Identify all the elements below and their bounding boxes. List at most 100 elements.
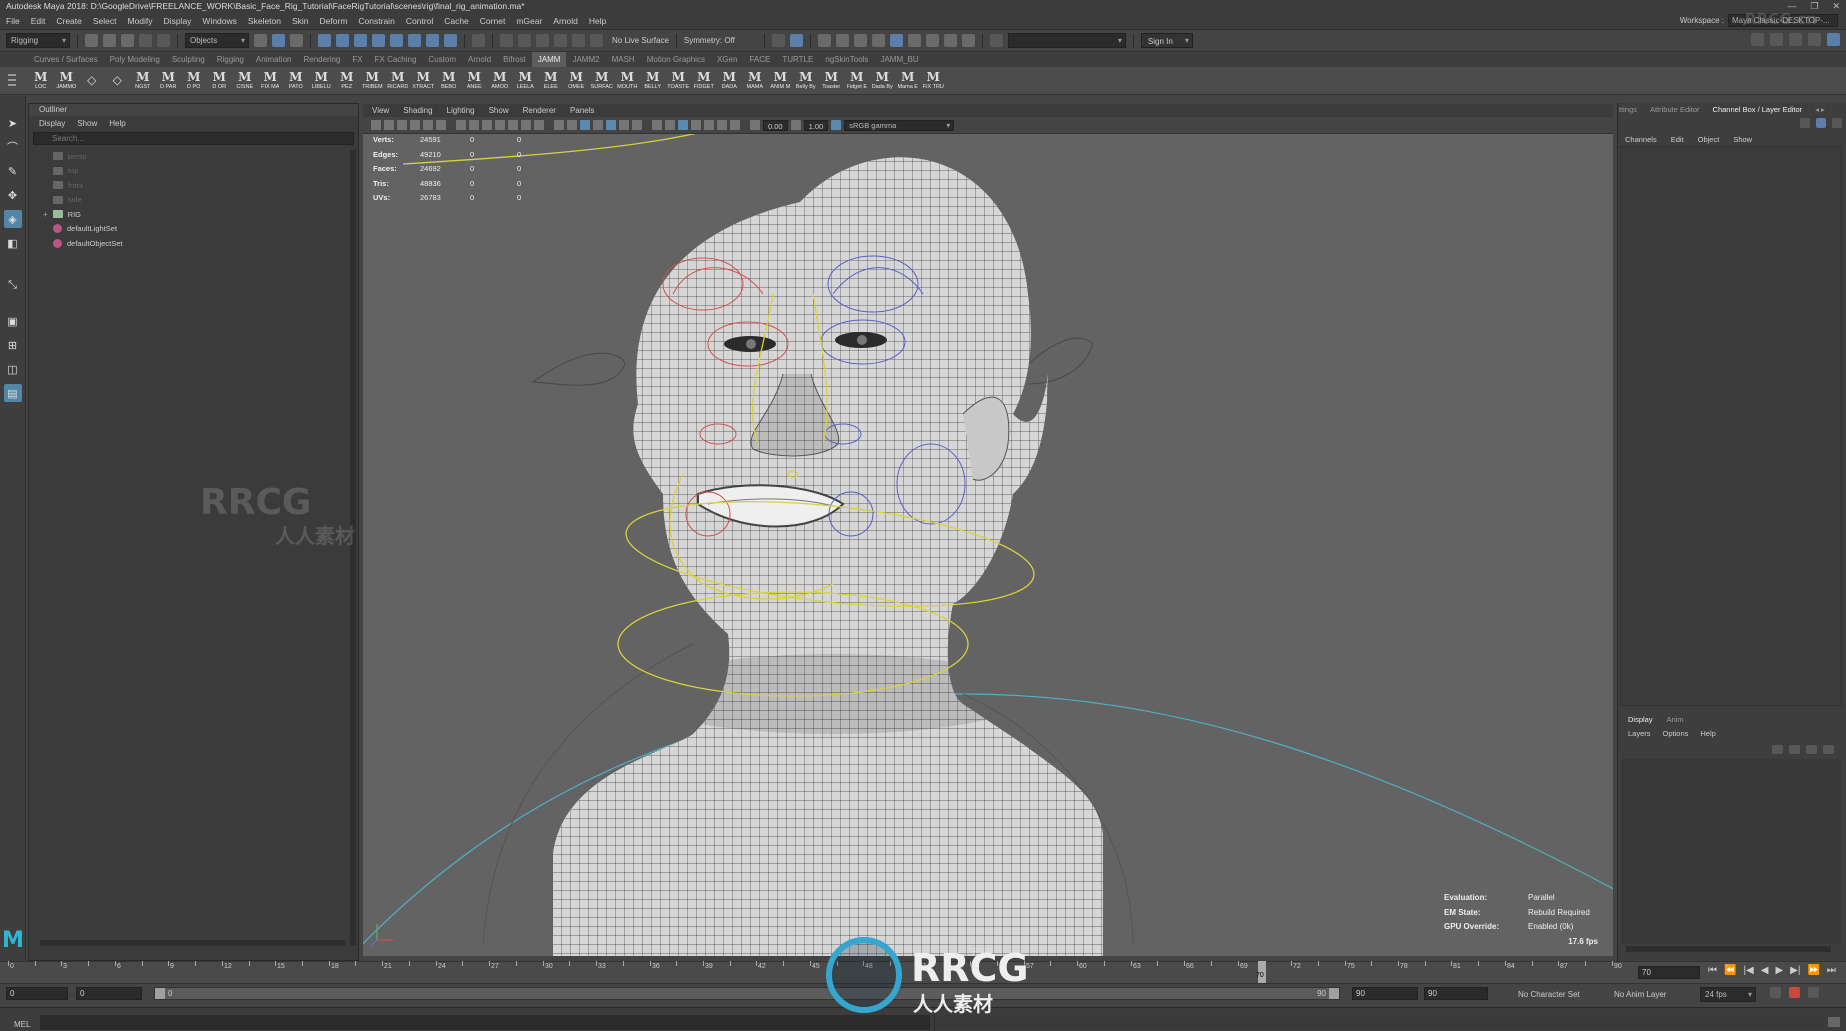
- new-layer-from-selection-icon[interactable]: [1823, 745, 1834, 754]
- menu-file[interactable]: File: [6, 16, 20, 26]
- hierarchy-mode-icon[interactable]: [254, 34, 267, 47]
- shelf-button[interactable]: M LOC: [28, 68, 54, 94]
- shelf-tab[interactable]: FACE: [743, 52, 776, 67]
- object-mode-icon[interactable]: [272, 34, 285, 47]
- tool-settings-icon[interactable]: [1808, 33, 1821, 46]
- select-dynamics-icon[interactable]: [408, 34, 421, 47]
- shelf-button[interactable]: M XTRACT: [411, 68, 437, 94]
- play-backwards-button[interactable]: ◀: [1761, 965, 1769, 976]
- panel-arrows-icon[interactable]: ◂ ▸: [1815, 105, 1825, 114]
- move-layer-down-icon[interactable]: [1789, 745, 1800, 754]
- snap-curve-icon[interactable]: [518, 34, 531, 47]
- shelf-tab[interactable]: Arnold: [462, 52, 497, 67]
- outliner-horizontal-scrollbar[interactable]: [40, 940, 345, 946]
- select-tool-icon[interactable]: ➤: [4, 114, 22, 132]
- menu-mgear[interactable]: mGear: [516, 16, 542, 26]
- shelf-button[interactable]: M OMEE: [564, 68, 590, 94]
- current-frame-field[interactable]: 70: [1638, 966, 1700, 979]
- anim-layer-dropdown[interactable]: No Anim Layer: [1614, 990, 1666, 999]
- lasso-tool-icon[interactable]: ⌒: [4, 138, 22, 156]
- selection-mode-dropdown[interactable]: Objects: [185, 33, 249, 48]
- shelf-button[interactable]: M Dada By: [870, 68, 896, 94]
- shelf-button[interactable]: M TRIBEM: [360, 68, 386, 94]
- open-scene-icon[interactable]: [103, 34, 116, 47]
- two-d-pan-icon[interactable]: [423, 120, 433, 130]
- shelf-tab[interactable]: Rigging: [211, 52, 250, 67]
- shelf-button[interactable]: M PEZ: [334, 68, 360, 94]
- select-surfaces-icon[interactable]: [372, 34, 385, 47]
- construction-history-icon[interactable]: [789, 34, 803, 47]
- modeling-toolkit-icon[interactable]: [1751, 33, 1764, 46]
- menu-windows[interactable]: Windows: [202, 16, 236, 26]
- persp-outliner-layout-icon[interactable]: ◫: [4, 360, 22, 378]
- layer-horizontal-scrollbar[interactable]: [1626, 946, 1831, 952]
- snap-grid-icon[interactable]: [500, 34, 513, 47]
- character-controls-icon[interactable]: [1770, 33, 1783, 46]
- color-management-icon[interactable]: [831, 120, 842, 130]
- outliner-item[interactable]: + RIG: [29, 207, 358, 222]
- menu-select[interactable]: Select: [93, 16, 117, 26]
- view-transform-dropdown[interactable]: sRGB gamma: [844, 119, 955, 131]
- tab-attribute-editor[interactable]: Attribute Editor: [1650, 105, 1700, 114]
- loop-icon[interactable]: [1770, 987, 1781, 998]
- shelf-tab[interactable]: Curves / Surfaces: [28, 52, 104, 67]
- animation-end-field[interactable]: 90: [1424, 987, 1488, 1000]
- shelf-tab[interactable]: Rendering: [297, 52, 346, 67]
- select-misc-icon[interactable]: [444, 34, 457, 47]
- shelf-button[interactable]: M FIDGET: [691, 68, 717, 94]
- menuset-dropdown[interactable]: Rigging: [6, 33, 70, 48]
- menu-constrain[interactable]: Constrain: [358, 16, 394, 26]
- single-perspective-layout-icon[interactable]: ▣: [4, 312, 22, 330]
- shelf-tab[interactable]: JAMM_BU: [874, 52, 924, 67]
- shelf-button[interactable]: M BEBO: [436, 68, 462, 94]
- arnold-render-icon[interactable]: [943, 34, 957, 47]
- channel-box-layout-icon[interactable]: [1816, 118, 1826, 128]
- menu-modify[interactable]: Modify: [128, 16, 153, 26]
- shelf-tab[interactable]: Animation: [250, 52, 298, 67]
- menu-deform[interactable]: Deform: [320, 16, 348, 26]
- menu-create[interactable]: Create: [56, 16, 82, 26]
- outliner-item[interactable]: front: [29, 178, 358, 193]
- shelf-button[interactable]: M JAMMO: [54, 68, 80, 94]
- quick-command-field[interactable]: [1007, 33, 1126, 48]
- pause-viewport-icon[interactable]: [961, 34, 975, 47]
- shelf-button[interactable]: M CISNE: [232, 68, 258, 94]
- gamma-field[interactable]: 1.00: [803, 119, 829, 131]
- camera-attributes-icon[interactable]: [384, 120, 394, 130]
- snap-point-icon[interactable]: [536, 34, 549, 47]
- range-slider[interactable]: 0 90: [154, 987, 1340, 1000]
- tab-tool-settings[interactable]: ttings: [1619, 105, 1637, 114]
- shelf-button[interactable]: M Toaster: [819, 68, 845, 94]
- select-curves-icon[interactable]: [354, 34, 367, 47]
- grease-pencil-icon[interactable]: [436, 120, 446, 130]
- script-language-toggle[interactable]: MEL: [14, 1020, 30, 1029]
- smooth-shade-icon[interactable]: [567, 120, 577, 130]
- channel-box-icon[interactable]: [1827, 33, 1840, 46]
- viewport-menu-panels[interactable]: Panels: [570, 106, 594, 115]
- motion-blur-icon[interactable]: [652, 120, 662, 130]
- playback-end-field[interactable]: 90: [1352, 987, 1418, 1000]
- menu-cornet[interactable]: Cornet: [480, 16, 506, 26]
- shelf-button[interactable]: M LEELA: [513, 68, 539, 94]
- move-layer-up-icon[interactable]: [1772, 745, 1783, 754]
- shelf-button[interactable]: M BELLY: [640, 68, 666, 94]
- fps-dropdown[interactable]: 24 fps: [1700, 987, 1756, 1002]
- shelf-button[interactable]: M LIBELU: [309, 68, 335, 94]
- new-empty-layer-icon[interactable]: [1806, 745, 1817, 754]
- sidebar-toggle-icon[interactable]: [989, 34, 1003, 47]
- channel-box-sort-icon[interactable]: [1832, 118, 1842, 128]
- channel-box-area[interactable]: [1620, 146, 1842, 706]
- select-camera-icon[interactable]: [371, 120, 381, 130]
- viewport-menu-show[interactable]: Show: [489, 106, 509, 115]
- component-mode-icon[interactable]: [290, 34, 303, 47]
- channel-menu-edit[interactable]: Edit: [1671, 135, 1684, 144]
- shelf-button[interactable]: ◇: [105, 68, 131, 94]
- four-view-layout-icon[interactable]: ⊞: [4, 336, 22, 354]
- viewport-menu-view[interactable]: View: [372, 106, 389, 115]
- go-to-start-button[interactable]: ⏮: [1708, 965, 1717, 976]
- shelf-button[interactable]: M SURFAC: [589, 68, 615, 94]
- shelf-tab[interactable]: Motion Graphics: [641, 52, 711, 67]
- textured-icon[interactable]: [593, 120, 603, 130]
- menu-help[interactable]: Help: [589, 16, 606, 26]
- shelf-button[interactable]: M ANEE: [462, 68, 488, 94]
